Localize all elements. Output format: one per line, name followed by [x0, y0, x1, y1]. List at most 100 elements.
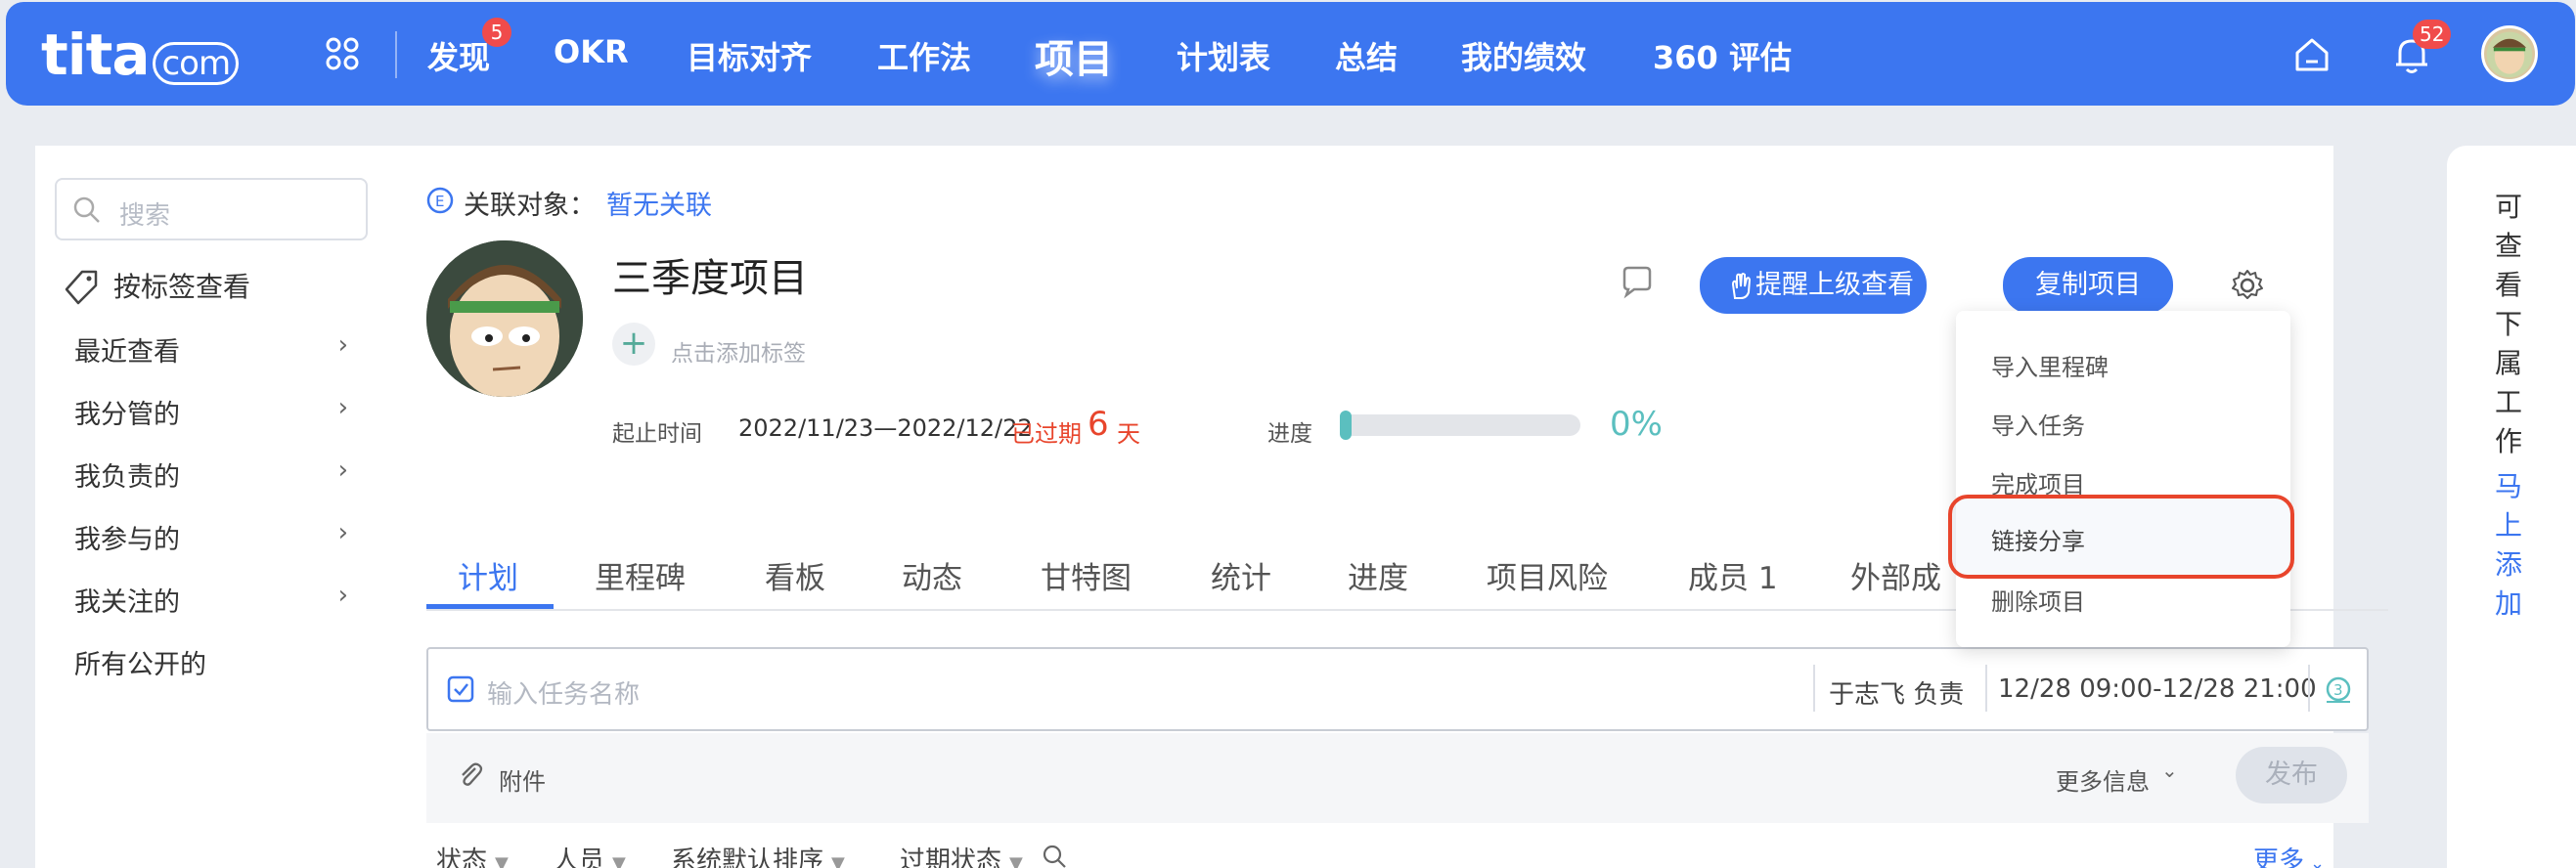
filter-label: 过期状态 [900, 846, 1002, 868]
sidebar-item-label: 我分管的 [74, 400, 180, 430]
tab-project-risk[interactable]: 项目风险 [1487, 553, 1608, 597]
caret-down-icon: ▼ [612, 853, 626, 868]
remind-superior-button[interactable]: 提醒上级查看 [1700, 257, 1927, 314]
nav-discover[interactable]: 发现 5 [427, 18, 511, 78]
search-icon [73, 196, 100, 223]
more-info-button[interactable]: 更多信息 [2056, 762, 2150, 797]
tab-gantt[interactable]: 甘特图 [1041, 553, 1132, 597]
apps-grid-icon[interactable] [326, 37, 359, 70]
sidebar-search-input[interactable]: 搜索 [55, 178, 368, 240]
search-placeholder: 搜索 [119, 201, 171, 231]
tab-kanban[interactable]: 看板 [765, 553, 825, 597]
settings-dropdown-menu: 导入里程碑 导入任务 完成项目 删除项目 [1956, 311, 2290, 647]
menu-import-tasks[interactable]: 导入任务 [1991, 407, 2085, 441]
nav-okr[interactable]: OKR [554, 33, 629, 70]
sidebar [35, 146, 385, 868]
tab-milestones[interactable]: 里程碑 [595, 553, 686, 597]
divider [1813, 665, 1815, 712]
sidebar-item-managed[interactable]: 我分管的 › [74, 393, 358, 431]
filter-overdue-status[interactable]: 过期状态 ▼ [900, 841, 1023, 868]
tab-activity[interactable]: 动态 [902, 553, 962, 597]
menu-item-highlight[interactable]: 链接分享 [1948, 495, 2294, 579]
sidebar-item-responsible[interactable]: 我负责的 › [74, 456, 358, 494]
sidebar-item-participating[interactable]: 我参与的 › [74, 518, 358, 556]
attachment-button[interactable]: 附件 [499, 762, 546, 797]
publish-button[interactable]: 发布 [2236, 747, 2347, 803]
remind-button-label: 提醒上级查看 [1755, 270, 1914, 300]
filter-sort[interactable]: 系统默认排序 ▼ [671, 841, 845, 868]
menu-import-milestones[interactable]: 导入里程碑 [1991, 348, 2109, 382]
overdue-suffix: 天 [1117, 420, 1140, 448]
sidebar-item-label: 我负责的 [74, 462, 180, 493]
tab-label: 统计 [1211, 561, 1271, 596]
tab-label: 甘特图 [1041, 561, 1132, 596]
menu-delete-project[interactable]: 删除项目 [1991, 583, 2085, 617]
nav-label: 工作法 [877, 39, 972, 76]
chevron-right-icon: › [337, 518, 348, 547]
related-object-label: 关联对象： [464, 191, 596, 221]
related-object-link[interactable]: 暂无关联 [606, 184, 712, 222]
task-name-input[interactable]: 输入任务名称 [487, 674, 640, 711]
home-icon[interactable] [2292, 35, 2332, 74]
svg-text:3: 3 [2333, 681, 2343, 699]
filter-label: 系统默认排序 [671, 846, 824, 868]
chevron-down-icon: ⌄ [2161, 759, 2178, 782]
progress-text: 0% [1610, 405, 1663, 444]
add-now-link[interactable]: 马上添加 [2494, 467, 2523, 624]
add-tag-link[interactable]: 点击添加标签 [671, 334, 806, 368]
user-avatar[interactable] [2481, 25, 2538, 82]
nav-label: 360 评估 [1653, 39, 1792, 76]
logo-suffix: com [153, 42, 240, 85]
copy-project-button[interactable]: 复制项目 [2003, 257, 2173, 314]
sidebar-item-label: 我关注的 [74, 587, 180, 618]
logo-text: tita [41, 22, 150, 88]
tag-icon [65, 270, 98, 305]
tab-statistics[interactable]: 统计 [1211, 553, 1271, 597]
notification-count-badge: 52 [2413, 20, 2452, 49]
nav-label: 总结 [1335, 39, 1399, 76]
task-time[interactable]: 12/28 09:00-12/28 21:00 [1998, 674, 2317, 704]
more-filters-button[interactable]: 更多 ⌄ [2253, 841, 2325, 868]
filter-status[interactable]: 状态 ▼ [436, 841, 509, 868]
top-navigation-bar [6, 2, 2575, 106]
paperclip-icon [462, 762, 483, 786]
overdue-prefix: 已过期 [1011, 420, 1082, 448]
tab-members[interactable]: 成员 1 [1688, 553, 1778, 597]
date-range: 2022/11/23—2022/12/22 [738, 414, 1033, 442]
nav-goal-alignment[interactable]: 目标对齐 [687, 33, 812, 78]
sidebar-item-recent[interactable]: 最近查看 › [74, 330, 358, 369]
publish-label: 发布 [2265, 760, 2318, 790]
add-tag-icon[interactable]: + [612, 323, 655, 366]
divider [1985, 665, 1987, 712]
sidebar-item-all-public[interactable]: 所有公开的 [74, 643, 358, 681]
task-owner[interactable]: 于志飞 负责 [1829, 674, 1964, 711]
sidebar-item-label: 最近查看 [74, 337, 180, 368]
sidebar-item-following[interactable]: 我关注的 › [74, 581, 358, 619]
overdue-days: 6 [1088, 405, 1109, 444]
nav-work-method[interactable]: 工作法 [877, 33, 971, 78]
tab-progress[interactable]: 进度 [1348, 553, 1408, 597]
nav-projects[interactable]: 项目 [1035, 27, 1113, 84]
filter-people[interactable]: 人员 ▼ [554, 841, 626, 868]
nav-my-performance[interactable]: 我的绩效 [1461, 33, 1586, 78]
settings-gear-icon[interactable] [2230, 268, 2265, 303]
tab-external-members[interactable]: 外部成 [1850, 553, 1958, 597]
svg-text:E: E [435, 193, 444, 210]
chevron-right-icon: › [337, 393, 348, 422]
tab-plan[interactable]: 计划 [458, 553, 518, 597]
search-icon[interactable] [1043, 845, 1068, 868]
copy-button-label: 复制项目 [2035, 270, 2141, 300]
tab-label: 动态 [902, 561, 962, 596]
tab-label: 里程碑 [595, 561, 686, 596]
nav-360-review[interactable]: 360 评估 [1653, 33, 1792, 78]
discover-badge: 5 [482, 18, 511, 47]
reminder-alarm-icon[interactable]: 3 [2322, 671, 2355, 704]
comment-icon[interactable] [1619, 264, 1654, 299]
tita-logo[interactable]: tita com [41, 22, 240, 88]
tab-label: 外部成 [1850, 561, 1941, 596]
nav-summary[interactable]: 总结 [1335, 33, 1398, 78]
nav-plan-table[interactable]: 计划表 [1177, 33, 1270, 78]
progress-bar[interactable] [1340, 411, 1580, 440]
progress-label: 进度 [1267, 421, 1312, 447]
hand-icon [1731, 273, 1752, 299]
